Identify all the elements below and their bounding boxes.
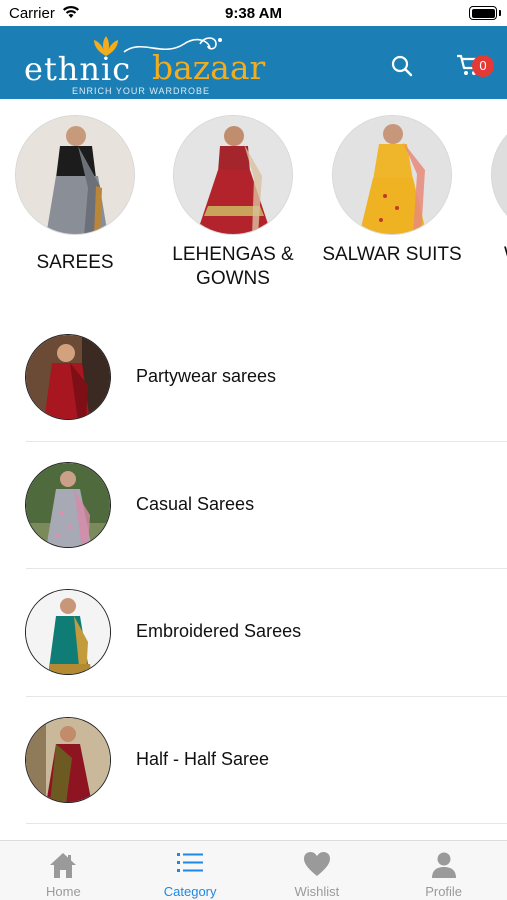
tab-label: Category [163, 884, 217, 899]
tab-home[interactable]: Home [0, 841, 127, 900]
saree-photo [15, 115, 135, 235]
tab-category[interactable]: Category [127, 841, 254, 900]
featured-category-label: W [476, 243, 507, 267]
list-item-label: Half - Half Saree [136, 748, 270, 769]
featured-category-sarees[interactable]: SAREES [0, 115, 150, 275]
subcategory-list: Partywear sarees Casual Sarees Embroider… [0, 314, 507, 824]
battery-icon [469, 6, 497, 20]
list-item-label: Partywear sarees [136, 366, 277, 386]
grey-saree-photo [25, 461, 111, 548]
list-item[interactable]: Embroidered Sarees [25, 569, 507, 697]
cart-button[interactable]: 0 [455, 50, 499, 82]
home-icon [50, 853, 77, 878]
person-icon [431, 852, 456, 878]
featured-category-label: LEHENGAS & GOWNS [172, 244, 294, 289]
status-bar: Carrier 9:38 AM [0, 0, 507, 26]
tab-label: Wishlist [294, 884, 340, 899]
search-icon [391, 55, 413, 77]
featured-category-lehengas[interactable]: LEHENGAS & GOWNS [158, 115, 308, 291]
logo-tagline: ENRICH YOUR WARDROBE [72, 86, 211, 96]
logo-word-bazaar: bazaar [152, 48, 266, 87]
ethnic-bazaar-logo[interactable]: ethnic bazaar ENRICH YOUR WARDROBE [24, 32, 274, 96]
list-item[interactable]: Casual Sarees [25, 442, 507, 569]
featured-category-label: SAREES [36, 252, 114, 273]
tab-wishlist[interactable]: Wishlist [254, 841, 381, 900]
tab-profile[interactable]: Profile [380, 841, 507, 900]
cart-count-badge: 0 [472, 55, 494, 77]
maroon-saree-photo [25, 716, 111, 803]
featured-category-partial[interactable]: W [476, 115, 507, 267]
list-item-label: Casual Sarees [136, 493, 255, 514]
list-item-label: Embroidered Sarees [136, 621, 302, 641]
lehenga-photo [173, 115, 293, 235]
featured-category-label: SALWAR SUITS [322, 244, 462, 265]
teal-saree-photo [25, 589, 111, 675]
search-button[interactable] [388, 52, 416, 80]
tab-label: Profile [425, 884, 463, 899]
list-item[interactable]: Half - Half Saree [25, 697, 507, 824]
clock: 9:38 AM [225, 5, 282, 22]
tab-bar: Home Category Wishlist Profile [0, 840, 507, 900]
list-item[interactable]: Partywear sarees [25, 314, 507, 442]
app-header: ethnic bazaar ENRICH YOUR WARDROBE 0 [0, 26, 507, 99]
tab-label: Home [46, 884, 81, 899]
list-icon [177, 853, 204, 872]
red-saree-photo [25, 334, 111, 420]
featured-categories[interactable]: SAREES LEHENGAS & GOWNS SALWAR SUITS [0, 99, 507, 314]
partial-category-photo [491, 115, 507, 235]
logo-word-ethnic: ethnic [24, 50, 132, 88]
salwar-photo [332, 115, 452, 235]
battery-tip [499, 10, 501, 16]
heart-icon [303, 852, 330, 876]
featured-category-salwar[interactable]: SALWAR SUITS [317, 115, 467, 267]
